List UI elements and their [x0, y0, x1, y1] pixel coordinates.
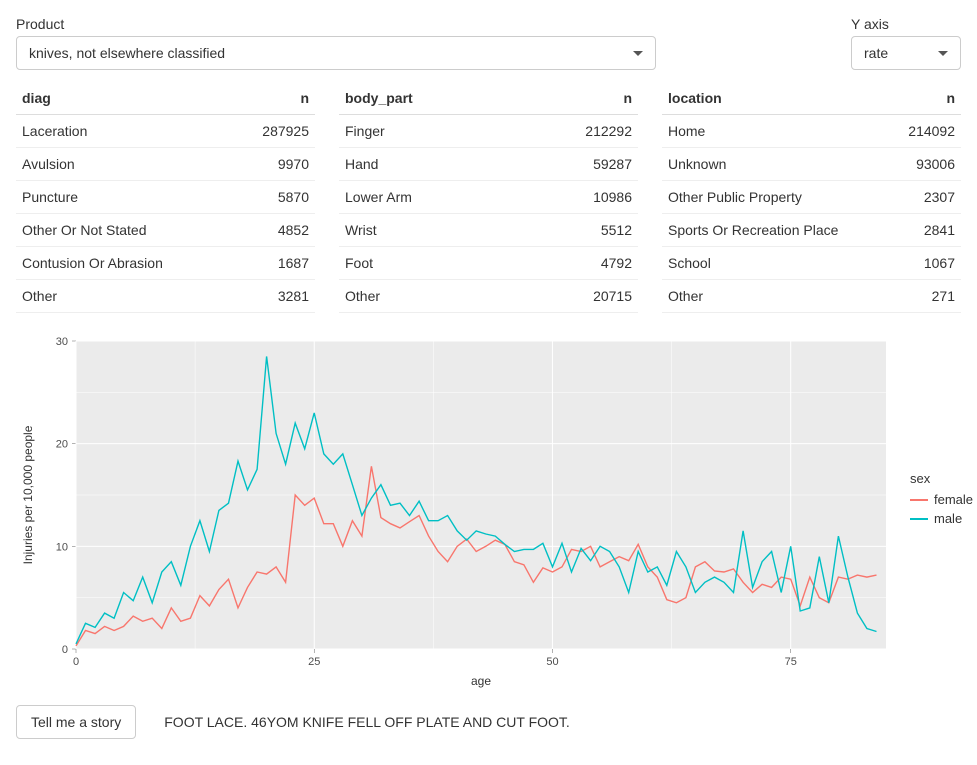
table-cell-value: 1067 — [888, 247, 961, 280]
product-select[interactable]: knives, not elsewhere classified — [16, 36, 656, 70]
caret-down-icon — [633, 51, 643, 56]
legend-swatch — [910, 499, 928, 501]
svg-text:25: 25 — [308, 656, 320, 668]
bodypart-table: body_part n Finger212292Hand59287Lower A… — [339, 82, 638, 313]
legend-title: sex — [910, 471, 973, 486]
table-cell-value: 271 — [888, 280, 961, 313]
table-cell-label: Other — [339, 280, 511, 313]
svg-text:0: 0 — [73, 656, 79, 668]
table-cell-label: Hand — [339, 148, 511, 181]
svg-text:50: 50 — [546, 656, 558, 668]
svg-text:20: 20 — [56, 439, 68, 451]
table-cell-value: 212292 — [511, 115, 638, 148]
table-cell-value: 4792 — [511, 247, 638, 280]
table-cell-value: 2841 — [888, 214, 961, 247]
table-row: Other20715 — [339, 280, 638, 313]
yaxis-control: Y axis rate — [851, 16, 961, 70]
table-cell-label: Sports Or Recreation Place — [662, 214, 888, 247]
table-row: Sports Or Recreation Place2841 — [662, 214, 961, 247]
table-cell-label: Foot — [339, 247, 511, 280]
table-row: Hand59287 — [339, 148, 638, 181]
svg-text:30: 30 — [56, 336, 68, 348]
chart-area: 0 10 20 30 0 25 50 75 age Injuries per 10,000 peo… — [16, 331, 961, 691]
caret-down-icon — [938, 51, 948, 56]
table-cell-value: 59287 — [511, 148, 638, 181]
location-col2: n — [888, 82, 961, 115]
table-cell-label: Other — [662, 280, 888, 313]
yaxis-select-value: rate — [864, 45, 888, 61]
table-cell-value: 4852 — [232, 214, 315, 247]
table-cell-label: Other — [16, 280, 232, 313]
tell-story-button[interactable]: Tell me a story — [16, 705, 136, 739]
table-row: Foot4792 — [339, 247, 638, 280]
story-row: Tell me a story FOOT LACE. 46YOM KNIFE F… — [16, 705, 961, 739]
table-cell-label: School — [662, 247, 888, 280]
table-row: School1067 — [662, 247, 961, 280]
table-cell-label: Finger — [339, 115, 511, 148]
table-row: Unknown93006 — [662, 148, 961, 181]
table-cell-label: Other Or Not Stated — [16, 214, 232, 247]
yaxis-select[interactable]: rate — [851, 36, 961, 70]
controls-row: Product knives, not elsewhere classified… — [16, 16, 961, 70]
diag-col2: n — [232, 82, 315, 115]
line-chart: 0 10 20 30 0 25 50 75 age Injuries per 10,000 peo… — [16, 331, 896, 691]
table-cell-value: 93006 — [888, 148, 961, 181]
table-row: Other3281 — [16, 280, 315, 313]
diag-col1: diag — [16, 82, 232, 115]
svg-text:age: age — [471, 674, 491, 688]
table-cell-value: 214092 — [888, 115, 961, 148]
table-cell-label: Contusion Or Abrasion — [16, 247, 232, 280]
table-cell-value: 3281 — [232, 280, 315, 313]
yaxis-label: Y axis — [851, 16, 961, 32]
svg-text:10: 10 — [56, 541, 68, 553]
svg-text:0: 0 — [62, 644, 68, 656]
location-col1: location — [662, 82, 888, 115]
table-row: Contusion Or Abrasion1687 — [16, 247, 315, 280]
table-cell-label: Other Public Property — [662, 181, 888, 214]
table-row: Laceration287925 — [16, 115, 315, 148]
chart-main: 0 10 20 30 0 25 50 75 age Injuries per 10,000 peo… — [16, 331, 896, 691]
table-cell-value: 10986 — [511, 181, 638, 214]
legend: sex female male — [910, 471, 973, 530]
bodypart-col1: body_part — [339, 82, 511, 115]
legend-label: male — [934, 511, 962, 526]
tables-row: diag n Laceration287925Avulsion9970Punct… — [16, 82, 961, 313]
table-row: Home214092 — [662, 115, 961, 148]
table-cell-label: Lower Arm — [339, 181, 511, 214]
legend-swatch — [910, 518, 928, 520]
product-select-value: knives, not elsewhere classified — [29, 45, 225, 61]
table-cell-value: 1687 — [232, 247, 315, 280]
table-cell-value: 5512 — [511, 214, 638, 247]
table-row: Other271 — [662, 280, 961, 313]
table-cell-label: Laceration — [16, 115, 232, 148]
table-row: Other Public Property2307 — [662, 181, 961, 214]
table-cell-value: 287925 — [232, 115, 315, 148]
legend-item: female — [910, 492, 973, 507]
table-row: Avulsion9970 — [16, 148, 315, 181]
table-cell-value: 20715 — [511, 280, 638, 313]
legend-label: female — [934, 492, 973, 507]
table-row: Finger212292 — [339, 115, 638, 148]
table-cell-value: 9970 — [232, 148, 315, 181]
table-cell-label: Wrist — [339, 214, 511, 247]
legend-item: male — [910, 511, 973, 526]
table-row: Lower Arm10986 — [339, 181, 638, 214]
table-cell-value: 5870 — [232, 181, 315, 214]
diag-table: diag n Laceration287925Avulsion9970Punct… — [16, 82, 315, 313]
story-text: FOOT LACE. 46YOM KNIFE FELL OFF PLATE AN… — [164, 714, 570, 730]
table-row: Other Or Not Stated4852 — [16, 214, 315, 247]
table-cell-label: Home — [662, 115, 888, 148]
table-cell-label: Puncture — [16, 181, 232, 214]
location-table: location n Home214092Unknown93006Other P… — [662, 82, 961, 313]
table-cell-label: Unknown — [662, 148, 888, 181]
bodypart-col2: n — [511, 82, 638, 115]
product-label: Product — [16, 16, 656, 32]
svg-text:Injuries per 10,000 people: Injuries per 10,000 people — [21, 425, 35, 564]
product-control: Product knives, not elsewhere classified — [16, 16, 656, 70]
table-row: Wrist5512 — [339, 214, 638, 247]
table-cell-value: 2307 — [888, 181, 961, 214]
table-cell-label: Avulsion — [16, 148, 232, 181]
svg-text:75: 75 — [785, 656, 797, 668]
table-row: Puncture5870 — [16, 181, 315, 214]
